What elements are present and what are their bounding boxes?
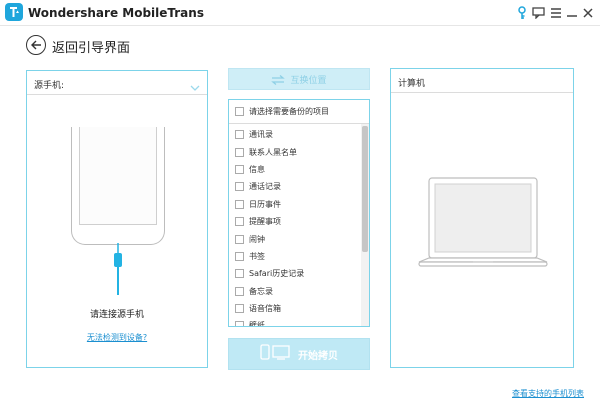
source-title: 源手机:: [34, 81, 65, 91]
list-item[interactable]: 通讯录: [229, 126, 361, 143]
menu-icon[interactable]: [548, 5, 564, 21]
item-label: 联系人黑名单: [249, 147, 297, 157]
title-bar: Wondershare MobileTrans: [0, 0, 600, 26]
back-label[interactable]: 返回引导界面: [52, 37, 130, 56]
start-copy-button[interactable]: 开始拷贝: [228, 338, 370, 370]
item-checkbox[interactable]: [235, 286, 244, 296]
connect-source-text: 请连接源手机: [89, 310, 144, 320]
item-checkbox[interactable]: [235, 164, 244, 174]
phone-to-computer-icon: [260, 343, 290, 365]
source-phone-panel: 源手机: 请连接源手机 无法检测到设备?: [26, 70, 208, 368]
list-item[interactable]: 信息: [229, 161, 361, 178]
app-title: Wondershare MobileTrans: [28, 6, 204, 20]
content-item-list: 通讯录 联系人黑名单 信息 通话记录 日历事件 提醒事项 闹钟 书签 Safar…: [229, 126, 361, 326]
source-dropdown[interactable]: 源手机:: [27, 71, 207, 95]
item-label: 通话记录: [249, 182, 281, 192]
minimize-icon[interactable]: [564, 5, 580, 21]
item-label: 书签: [249, 251, 265, 261]
target-header: 计算机: [391, 69, 573, 93]
item-checkbox[interactable]: [235, 269, 244, 279]
item-checkbox[interactable]: [235, 217, 244, 227]
swap-position-label: 互换位置: [290, 75, 327, 86]
start-copy-label: 开始拷贝: [298, 350, 338, 362]
item-label: 闹钟: [249, 234, 265, 244]
item-label: 日历事件: [249, 199, 281, 209]
item-checkbox[interactable]: [235, 130, 244, 140]
target-title: 计算机: [398, 79, 426, 89]
phone-screen: [79, 127, 157, 225]
item-label: 备忘录: [249, 286, 273, 296]
arrow-left-icon: [30, 36, 42, 55]
target-computer-panel: 计算机: [390, 68, 574, 368]
scrollbar[interactable]: [361, 124, 369, 326]
item-checkbox[interactable]: [235, 234, 244, 244]
list-item[interactable]: 提醒事项: [229, 213, 361, 230]
supported-phones-link[interactable]: 查看支持的手机列表: [512, 388, 584, 399]
laptop-icon: [417, 176, 549, 280]
item-checkbox[interactable]: [235, 251, 244, 261]
cannot-detect-link[interactable]: 无法检测到设备?: [27, 332, 207, 343]
item-checkbox[interactable]: [235, 199, 244, 209]
item-checkbox[interactable]: [235, 321, 244, 326]
list-item[interactable]: 闹钟: [229, 230, 361, 247]
list-item[interactable]: 联系人黑名单: [229, 143, 361, 160]
list-item[interactable]: 壁纸: [229, 317, 361, 326]
list-item[interactable]: Safari历史记录: [229, 265, 361, 282]
feedback-icon[interactable]: [530, 5, 546, 21]
item-checkbox[interactable]: [235, 182, 244, 192]
select-all-row[interactable]: 请选择需要备份的项目: [229, 100, 369, 124]
content-select-panel: 请选择需要备份的项目 通讯录 联系人黑名单 信息 通话记录 日历事件 提醒事项 …: [228, 99, 370, 327]
list-item[interactable]: 语音信箱: [229, 300, 361, 317]
mobiletrans-logo-icon: [5, 3, 23, 21]
list-item[interactable]: 日历事件: [229, 196, 361, 213]
usb-cable-icon: [112, 243, 124, 299]
item-checkbox[interactable]: [235, 304, 244, 314]
select-all-label: 请选择需要备份的项目: [249, 107, 329, 116]
scrollbar-thumb[interactable]: [362, 126, 368, 252]
item-label: 壁纸: [249, 321, 265, 326]
list-item[interactable]: 备忘录: [229, 283, 361, 300]
chevron-down-icon[interactable]: [190, 77, 200, 96]
close-icon[interactable]: [580, 5, 596, 21]
item-label: 提醒事项: [249, 217, 281, 227]
item-checkbox[interactable]: [235, 147, 244, 157]
list-item[interactable]: 书签: [229, 248, 361, 265]
item-label: 语音信箱: [249, 304, 281, 314]
back-button[interactable]: [26, 35, 46, 55]
swap-arrows-icon: [271, 70, 286, 89]
item-label: 信息: [249, 164, 265, 174]
item-label: 通讯录: [249, 130, 273, 140]
item-label: Safari历史记录: [249, 269, 305, 279]
swap-position-button[interactable]: 互换位置: [228, 68, 370, 90]
phone-outline-icon: [71, 127, 165, 245]
list-item[interactable]: 通话记录: [229, 178, 361, 195]
key-icon[interactable]: [514, 5, 530, 21]
select-all-checkbox[interactable]: [235, 107, 244, 116]
